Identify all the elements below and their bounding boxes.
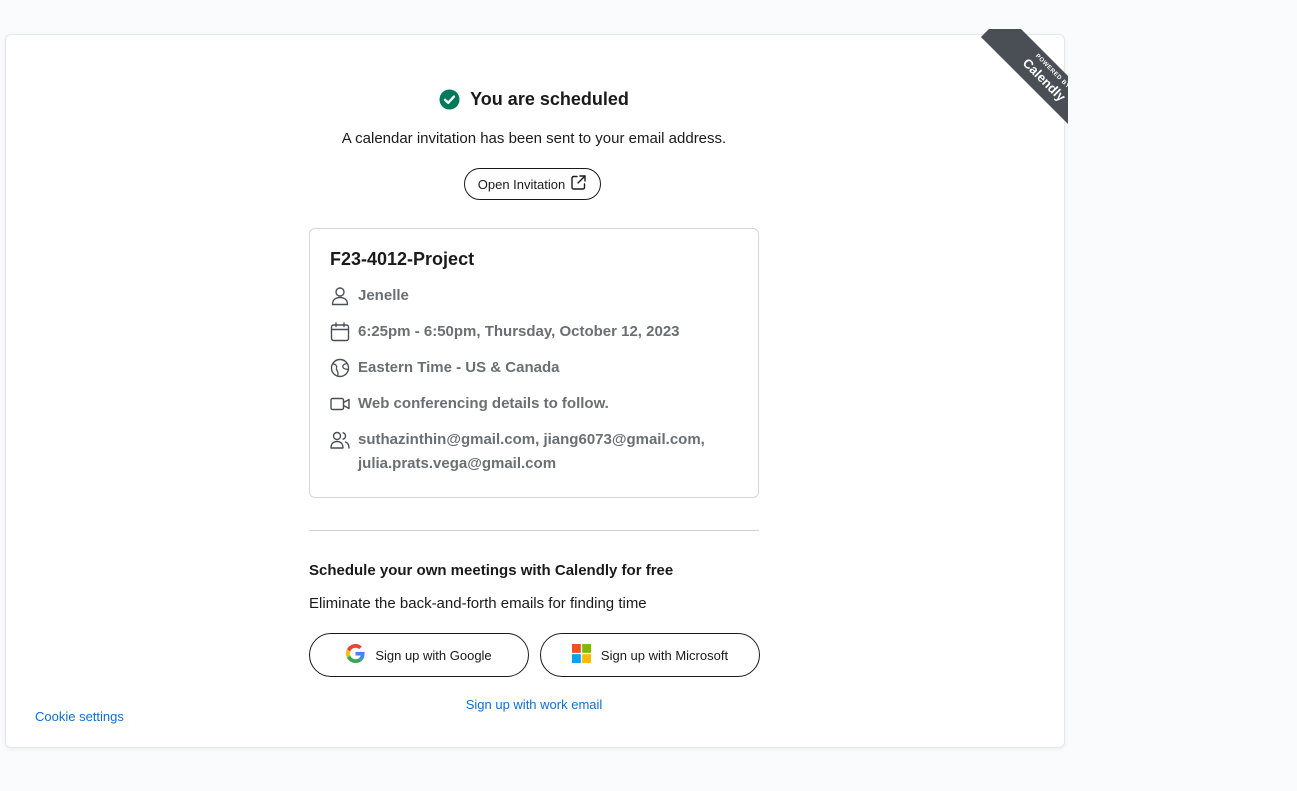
signup-work-email-link[interactable]: Sign up with work email [0,697,1068,712]
event-guests-row: suthazinthin@gmail.com, jiang6073@gmail.… [330,430,738,476]
event-host-row: Jenelle [330,286,409,308]
external-link-icon [570,174,587,194]
cookie-settings-link[interactable]: Cookie settings [35,709,124,724]
event-details-box: F23-4012-Project Jenelle 6:25pm - 6:50pm… [309,228,759,498]
page-title: You are scheduled [470,89,629,109]
globe-icon [330,358,350,378]
event-datetime: 6:25pm - 6:50pm, Thursday, October 12, 2… [358,323,680,340]
powered-by-ribbon[interactable]: POWERED BY Calendly [963,29,1068,134]
signup-microsoft-label: Sign up with Microsoft [600,647,729,663]
event-host: Jenelle [358,287,409,304]
event-guests-line2: julia.prats.vega@gmail.com [358,455,557,472]
signup-google-button[interactable]: Sign up with Google [309,633,529,677]
signup-microsoft-button[interactable]: Sign up with Microsoft [540,633,760,677]
event-guests-line1: suthazinthin@gmail.com, jiang6073@gmail.… [358,431,705,448]
video-camera-icon [330,394,350,414]
promo-title: Schedule your own meetings with Calendly… [309,562,674,579]
confirmation-subtitle: A calendar invitation has been sent to y… [341,130,727,147]
calendar-icon [330,322,350,342]
event-location-row: Web conferencing details to follow. [330,394,609,416]
people-icon [330,430,350,450]
event-name: F23-4012-Project [330,249,475,269]
event-timezone: Eastern Time - US & Canada [358,359,560,376]
confirmation-header: You are scheduled [0,89,1068,113]
open-invitation-button[interactable]: Open Invitation [464,168,601,200]
microsoft-icon [571,644,591,666]
event-guests: suthazinthin@gmail.com, jiang6073@gmail.… [358,428,738,476]
signup-google-label: Sign up with Google [375,647,492,663]
event-datetime-row: 6:25pm - 6:50pm, Thursday, October 12, 2… [330,322,680,344]
ribbon-band: POWERED BY Calendly [980,29,1068,134]
google-icon [346,644,365,666]
promo-subtitle: Eliminate the back-and-forth emails for … [309,595,647,612]
person-icon [330,286,350,306]
event-location: Web conferencing details to follow. [358,395,609,412]
open-invitation-label: Open Invitation [477,176,566,192]
check-circle-icon [439,89,460,110]
section-divider [309,530,759,531]
event-timezone-row: Eastern Time - US & Canada [330,358,559,380]
